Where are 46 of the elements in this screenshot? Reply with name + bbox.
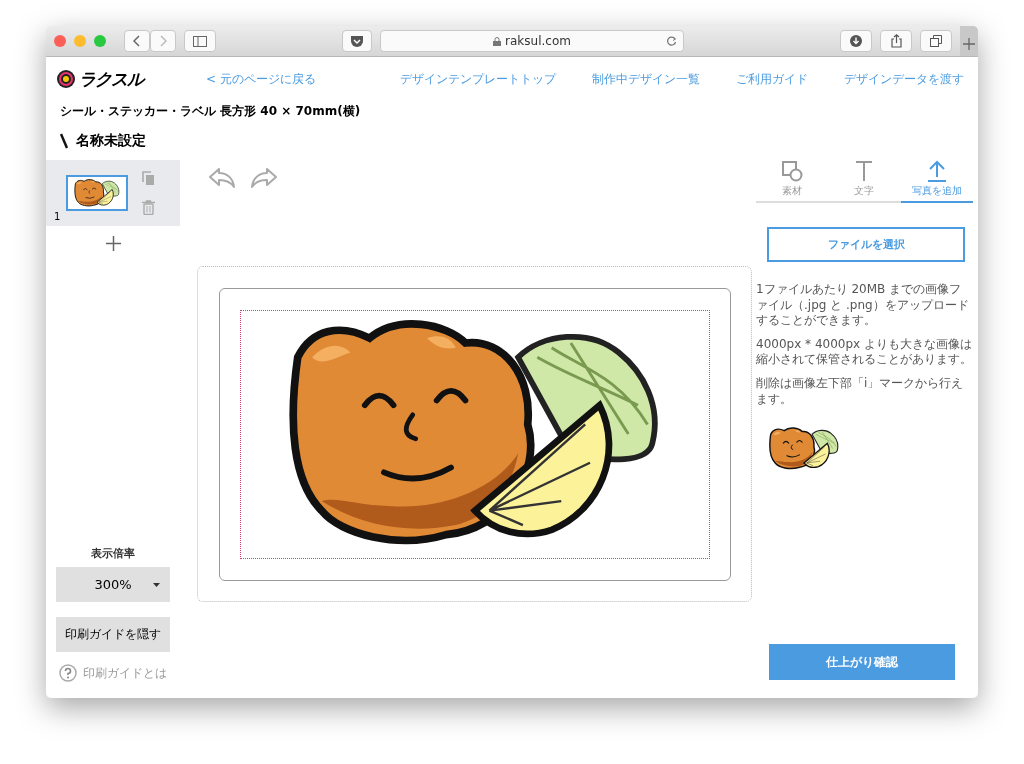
back-link[interactable]: < 元のページに戻る [206,70,316,88]
upload-icon [926,160,947,182]
zoom-select[interactable]: 300% [56,567,170,602]
logo-icon [56,69,76,89]
logo-text[interactable]: ラクスル [79,67,143,91]
tabs-icon[interactable] [930,35,942,47]
panel-tab[interactable]: 素材 [756,160,829,203]
upload-note: 削除は画像左下部「i」マークから行えます。 [756,375,965,408]
text-icon [855,160,874,182]
guide-help-link[interactable]: 印刷ガイドとは [83,664,167,682]
page-item[interactable]: 1 [46,160,180,226]
share-button[interactable] [880,30,912,52]
nav-link[interactable]: デザインテンプレートトップ [400,70,556,88]
shapes-icon [781,160,804,182]
upload-note: 1ファイルあたり 20MB までの画像ファイル（.jpg と .png）をアップロードすることができます。 [756,282,970,329]
panel-tab[interactable]: 写真を追加 [900,160,973,203]
confirm-button[interactable]: 仕上がり確認 [769,644,955,680]
plus-icon[interactable] [963,38,975,50]
caret-icon[interactable] [153,582,160,587]
panel-tab[interactable]: 文字 [828,160,901,203]
nav-link[interactable]: 制作中デザイン一覧 [592,70,700,88]
download-icon[interactable] [850,35,862,47]
uploaded-image-thumbnail[interactable] [768,427,840,471]
upload-note: 4000px * 4000px よりも大きな画像は縮小されて保管されることがあります。 [756,336,973,368]
share-icon[interactable] [890,34,902,48]
page-number: 1 [54,211,61,222]
design-name: 名称未設定 [76,132,146,150]
back-icon[interactable] [133,35,141,47]
nav-link[interactable]: ご利用ガイド [736,70,808,88]
reload-icon[interactable] [666,35,677,47]
add-page-icon[interactable] [105,236,121,251]
zoom-label: 表示倍率 [91,546,135,561]
sidebar-icon[interactable] [193,35,207,47]
pocket-button[interactable] [342,30,372,52]
pen-icon[interactable] [60,133,68,149]
sidebar-button[interactable] [184,30,216,52]
nav-link[interactable]: デザインデータを渡す [844,70,964,88]
choose-file-button[interactable]: ファイルを選択 [767,227,965,262]
download-button[interactable] [840,30,872,52]
hide-guide-button[interactable]: 印刷ガイドを隠す [56,617,170,652]
pocket-icon[interactable] [351,35,363,47]
lock-icon [493,36,502,46]
address-bar[interactable]: raksul.com [380,30,684,52]
help-icon[interactable] [59,664,77,682]
product-name: シール・ステッカー・ラベル 長方形 40 × 70mm(横) [59,103,362,120]
tabs-button[interactable] [920,30,952,52]
